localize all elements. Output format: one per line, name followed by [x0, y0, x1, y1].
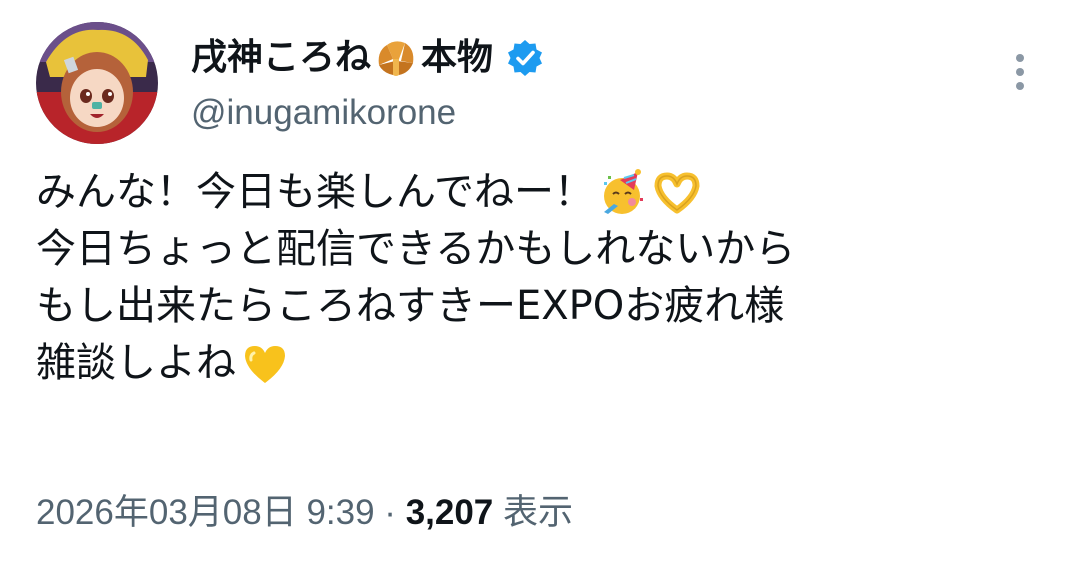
timestamp[interactable]: 2026年03月08日 9:39: [36, 493, 375, 532]
heart-hands-icon: [652, 168, 702, 218]
partying-face-icon: [598, 168, 648, 218]
user-handle[interactable]: @inugamikorone: [191, 88, 456, 138]
tweet-line-text: 今日ちょっと配信できるかもしれないから: [36, 226, 796, 272]
avatar[interactable]: [36, 22, 158, 144]
tweet-line-text: もし出来たらころねすきーEXPOお疲れ様: [36, 283, 785, 329]
tweet-line-text: 雑談しよね: [36, 340, 236, 386]
views-count: 3,207: [405, 493, 494, 532]
display-name-part1: 戌神ころね: [191, 37, 372, 78]
display-name-part2: 本物: [421, 37, 494, 78]
more-vertical-icon[interactable]: [1007, 48, 1033, 96]
tweet-line: みんな！今日も楽しんでねー！: [36, 164, 1046, 221]
tweet-meta: 2026年03月08日 9:39 · 3,207 表示: [36, 488, 573, 538]
croissant-icon: [373, 35, 419, 81]
tweet-line-text: みんな！今日も楽しんでねー！: [36, 169, 594, 215]
yellow-heart-icon: [240, 339, 290, 389]
tweet-text: みんな！今日も楽しんでねー！ 今日ちょっと配信できるかもしれないから もし出来た…: [36, 164, 1046, 392]
meta-separator: ·: [374, 493, 406, 532]
more-dot: [1016, 82, 1024, 90]
tweet-line: 今日ちょっと配信できるかもしれないから: [36, 221, 1046, 278]
verified-badge-icon: [505, 38, 545, 78]
display-name[interactable]: 戌神ころね 本物: [191, 30, 545, 86]
tweet-line: 雑談しよね: [36, 335, 1046, 392]
views-label: 表示: [493, 493, 574, 532]
more-dot: [1016, 54, 1024, 62]
tweet-line: もし出来たらころねすきーEXPOお疲れ様: [36, 278, 1046, 335]
more-dot: [1016, 68, 1024, 76]
